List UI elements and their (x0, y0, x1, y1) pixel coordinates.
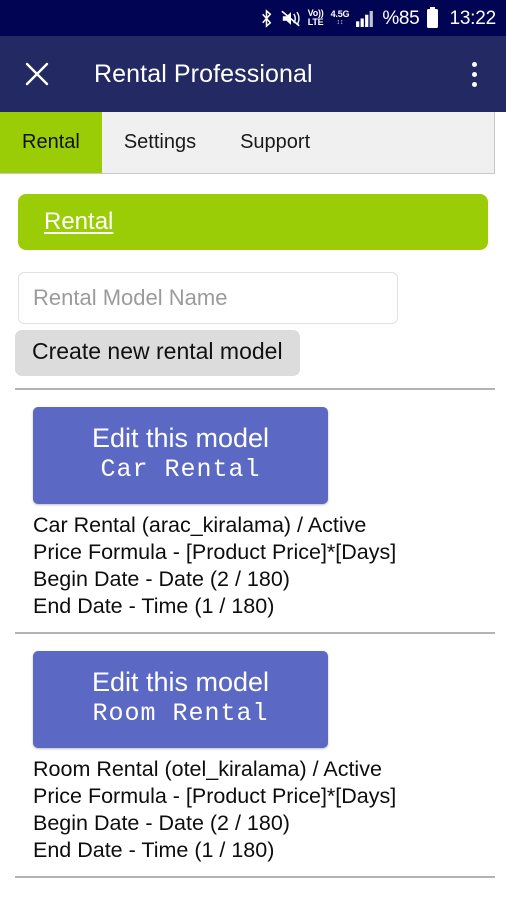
model-detail-line: Room Rental (otel_kiralama) / Active (33, 757, 382, 782)
volte-icon: Vo)) LTE (308, 9, 324, 27)
create-new-rental-model-button[interactable]: Create new rental model (15, 330, 300, 376)
overflow-menu-icon[interactable] (460, 57, 488, 91)
mute-icon (280, 9, 301, 28)
network-label: 4.5G (330, 9, 350, 19)
tab-strip-wrapper: Rental Settings Support (0, 112, 506, 174)
model-card-room-rental: Edit this model Room Rental Room Rental … (0, 650, 506, 864)
edit-model-label: Edit this model (91, 666, 270, 697)
model-card-car-rental: Edit this model Car Rental Car Rental (a… (0, 406, 506, 620)
network-4-5g-icon: 4.5G ↕↕ (330, 9, 350, 27)
tab-strip: Rental Settings Support (0, 112, 495, 174)
create-model-form: Create new rental model (15, 272, 488, 376)
data-arrows-icon: ↕↕ (336, 19, 344, 26)
section-divider (15, 876, 495, 879)
tab-rental-label: Rental (22, 131, 80, 153)
model-name-code: Car Rental (100, 454, 261, 484)
page-title: Rental Professional (94, 59, 313, 88)
rental-section-banner[interactable]: Rental (18, 194, 488, 250)
app-bar: Rental Professional (0, 36, 506, 112)
model-details-car-rental: Car Rental (arac_kiralama) / Active Pric… (33, 512, 506, 620)
overflow-dot (471, 61, 477, 67)
tab-rental[interactable]: Rental (0, 112, 102, 173)
model-details-room-rental: Room Rental (otel_kiralama) / Active Pri… (33, 756, 506, 864)
battery-icon (426, 7, 439, 29)
volte-bottom-label: LTE (307, 17, 324, 27)
edit-model-button-car-rental[interactable]: Edit this model Car Rental (33, 406, 328, 504)
app-screen: Vo)) LTE 4.5G ↕↕ %85 13:22 Rental Profes… (0, 0, 506, 900)
tab-support-label: Support (240, 131, 311, 153)
tab-settings-label: Settings (123, 131, 197, 153)
battery-percent-label: %85 (382, 7, 420, 29)
status-bar-clock: 13:22 (449, 7, 496, 29)
model-detail-line: Begin Date - Date (2 / 180) (33, 566, 290, 591)
edit-model-label: Edit this model (91, 422, 270, 453)
main-content: Rental Create new rental model Edit this… (0, 194, 506, 879)
model-detail-line: End Date - Time (1 / 180) (33, 838, 275, 863)
tab-settings[interactable]: Settings (102, 112, 218, 173)
status-bar: Vo)) LTE 4.5G ↕↕ %85 13:22 (0, 0, 506, 36)
model-name-code: Room Rental (92, 699, 269, 729)
model-detail-line: Car Rental (arac_kiralama) / Active (33, 512, 367, 537)
status-bar-icons: Vo)) LTE 4.5G ↕↕ %85 13:22 (259, 7, 496, 29)
section-divider (15, 631, 495, 634)
model-detail-line: Begin Date - Date (2 / 180) (33, 811, 290, 836)
model-detail-line: End Date - Time (1 / 180) (33, 593, 275, 618)
close-icon[interactable] (22, 59, 52, 89)
rental-model-name-input[interactable] (18, 272, 398, 324)
rental-section-link[interactable]: Rental (44, 208, 113, 236)
signal-bars-icon (356, 10, 375, 27)
bluetooth-icon (259, 8, 274, 28)
edit-model-button-room-rental[interactable]: Edit this model Room Rental (33, 650, 328, 749)
overflow-dot (471, 81, 477, 87)
model-detail-line: Price Formula - [Product Price]*[Days] (33, 784, 397, 809)
tab-support[interactable]: Support (218, 112, 332, 173)
overflow-dot (471, 71, 477, 77)
section-divider (15, 387, 495, 390)
model-detail-line: Price Formula - [Product Price]*[Days] (33, 539, 397, 564)
